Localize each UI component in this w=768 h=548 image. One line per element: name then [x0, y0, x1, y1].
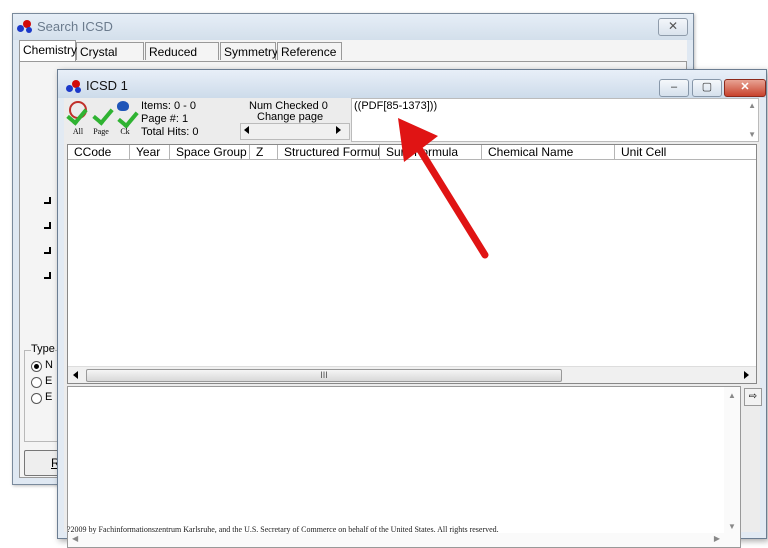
annotation-arrow-icon — [398, 118, 489, 259]
arrow-shaft — [416, 146, 489, 259]
tab-chemistry[interactable]: Chemistry — [19, 40, 77, 61]
arrow-head — [398, 118, 438, 162]
